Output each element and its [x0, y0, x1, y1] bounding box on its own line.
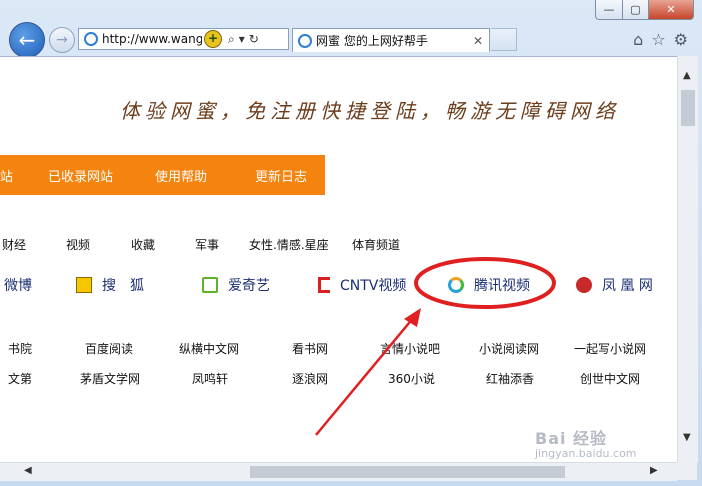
maximize-button[interactable]: ▢ [623, 0, 649, 20]
highlight-ellipse [414, 257, 556, 309]
watermark-brand: Bai 经验 [535, 429, 608, 448]
address-bar[interactable]: http://www.wangr + ⌕ ▾ ↻ [78, 28, 289, 50]
compatibility-icon[interactable]: + [204, 30, 222, 48]
page-content: 体验网蜜，免注册快捷登陆，畅游无障碍网络 站 已收录网站 使用帮助 更新日志 财… [0, 56, 677, 463]
scroll-corner [677, 462, 697, 480]
address-url[interactable]: http://www.wangr [102, 32, 202, 46]
tab-ie-icon [298, 33, 312, 48]
pointer-arrow-line [315, 316, 415, 436]
tab-title: 网蜜 您的上网好帮手 [316, 34, 428, 48]
back-button[interactable]: ← [9, 22, 45, 58]
scroll-up-icon[interactable]: ▲ [683, 70, 691, 81]
vertical-scrollbar[interactable]: ▲ ▼ [677, 56, 698, 462]
star-icon[interactable]: ☆ [651, 30, 665, 49]
new-tab-button[interactable] [491, 28, 517, 51]
home-icon[interactable]: ⌂ [633, 30, 643, 49]
chevron-down-icon[interactable]: ▾ [239, 32, 245, 46]
horizontal-scroll-thumb[interactable] [250, 466, 565, 478]
minimize-button[interactable]: — [595, 0, 623, 20]
forward-button[interactable]: → [49, 27, 75, 53]
close-button[interactable]: ✕ [649, 0, 694, 20]
ie-icon [84, 32, 98, 46]
watermark: Bai 经验 jingyan.baidu.com [535, 425, 637, 460]
toolbar-right: ⌂ ☆ ⚙ [633, 30, 688, 49]
scroll-right-icon[interactable]: ▶ [650, 465, 658, 476]
refresh-icon[interactable]: ↻ [249, 32, 259, 46]
scroll-left-icon[interactable]: ◀ [24, 465, 32, 476]
horizontal-scrollbar[interactable]: ◀ ▶ [0, 462, 677, 481]
vertical-scroll-thumb[interactable] [681, 90, 695, 126]
search-icon[interactable]: ⌕ [228, 32, 235, 47]
watermark-url: jingyan.baidu.com [535, 447, 637, 460]
browser-tab[interactable]: 网蜜 您的上网好帮手 ✕ [292, 28, 490, 52]
browser-window: — ▢ ✕ ← → http://www.wangr + ⌕ ▾ ↻ 网蜜 您的… [0, 0, 702, 486]
gear-icon[interactable]: ⚙ [674, 30, 688, 49]
tab-close-icon[interactable]: ✕ [473, 34, 483, 48]
window-controls: — ▢ ✕ [595, 0, 694, 20]
annotation-overlay [315, 257, 556, 436]
scroll-down-icon[interactable]: ▼ [683, 432, 691, 443]
